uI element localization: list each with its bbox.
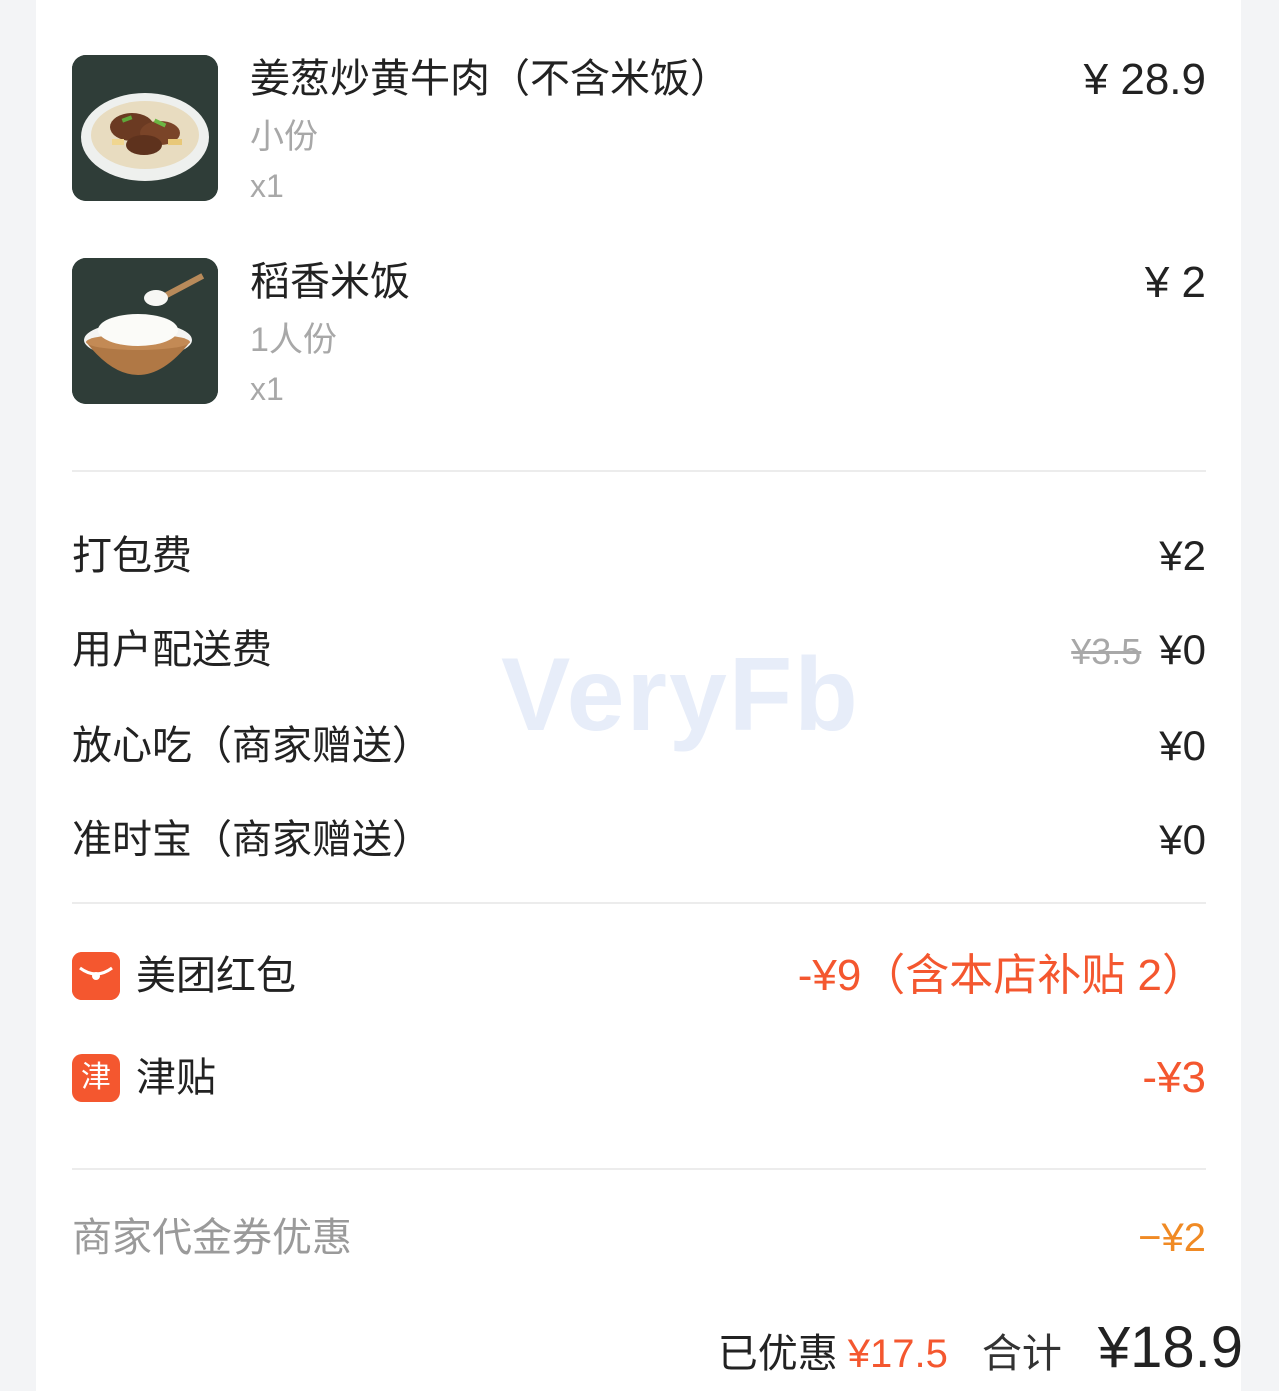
- promo-label: 津贴: [136, 1056, 216, 1100]
- beef-dish-photo: [72, 55, 218, 201]
- red-packet-row[interactable]: 美团红包 -¥9（含本店补贴 2）: [72, 948, 1206, 1004]
- voucher-value: −¥2: [1138, 1216, 1206, 1260]
- fee-label: 放心吃（商家赠送）: [72, 724, 432, 768]
- item-quantity: x1: [250, 371, 284, 407]
- rice-bowl-photo: [72, 258, 218, 404]
- fee-value: ¥0: [1159, 816, 1206, 863]
- total-label: 合计: [981, 1332, 1062, 1376]
- item-name: 稻香米饭: [250, 260, 410, 304]
- order-item[interactable]: 姜葱炒黄牛肉（不含米饭） 小份 x1 ¥ 28.9: [72, 55, 1206, 205]
- order-detail-card: 姜葱炒黄牛肉（不含米饭） 小份 x1 ¥ 28.9 稻香米饭 1人份 x1 ¥ …: [36, 0, 1241, 1391]
- fee-label: 用户配送费: [72, 628, 272, 672]
- total-value: ¥18.9: [1097, 1315, 1243, 1380]
- promo-label: 美团红包: [136, 954, 296, 998]
- item-quantity: x1: [250, 168, 284, 204]
- divider: [72, 470, 1206, 472]
- original-delivery-fee: ¥3.5: [1071, 631, 1142, 672]
- item-price: ¥ 2: [1144, 258, 1206, 307]
- on-time-guarantee-row[interactable]: 准时宝（商家赠送） ¥0: [72, 812, 1206, 868]
- subsidy-icon: 津: [72, 1054, 120, 1102]
- saved-value: ¥17.5: [847, 1332, 948, 1376]
- red-envelope-icon: [72, 952, 120, 1000]
- promo-value: -¥9（含本店补贴 2）: [797, 951, 1206, 1000]
- packaging-fee-row: 打包费 ¥2: [72, 528, 1206, 584]
- item-name: 姜葱炒黄牛肉（不含米饭）: [250, 57, 730, 101]
- merchant-voucher-row[interactable]: 商家代金券优惠 −¥2: [72, 1210, 1206, 1266]
- fee-value-group: ¥3.5 ¥0: [1071, 622, 1206, 680]
- item-spec: 1人份: [250, 321, 337, 359]
- worry-free-row[interactable]: 放心吃（商家赠送） ¥0: [72, 718, 1206, 774]
- fee-label: 打包费: [72, 534, 192, 578]
- divider: [72, 1168, 1206, 1170]
- delivery-fee-row: 用户配送费 ¥3.5 ¥0: [72, 622, 1206, 678]
- item-price: ¥ 28.9: [1083, 55, 1206, 104]
- order-item[interactable]: 稻香米饭 1人份 x1 ¥ 2: [72, 258, 1206, 408]
- item-spec: 小份: [250, 118, 318, 156]
- divider: [72, 902, 1206, 904]
- saved-label: 已优惠: [717, 1332, 838, 1376]
- fee-value: ¥0: [1159, 626, 1206, 673]
- fee-value: ¥0: [1159, 722, 1206, 769]
- fee-label: 准时宝（商家赠送）: [72, 818, 432, 862]
- fee-value: ¥2: [1159, 532, 1206, 579]
- promo-value: -¥3: [1142, 1053, 1206, 1102]
- subsidy-row[interactable]: 津 津贴 -¥3: [72, 1050, 1206, 1106]
- voucher-label: 商家代金券优惠: [72, 1216, 352, 1260]
- order-total-row: 已优惠 ¥17.5 合计 ¥18.9: [718, 1314, 1243, 1384]
